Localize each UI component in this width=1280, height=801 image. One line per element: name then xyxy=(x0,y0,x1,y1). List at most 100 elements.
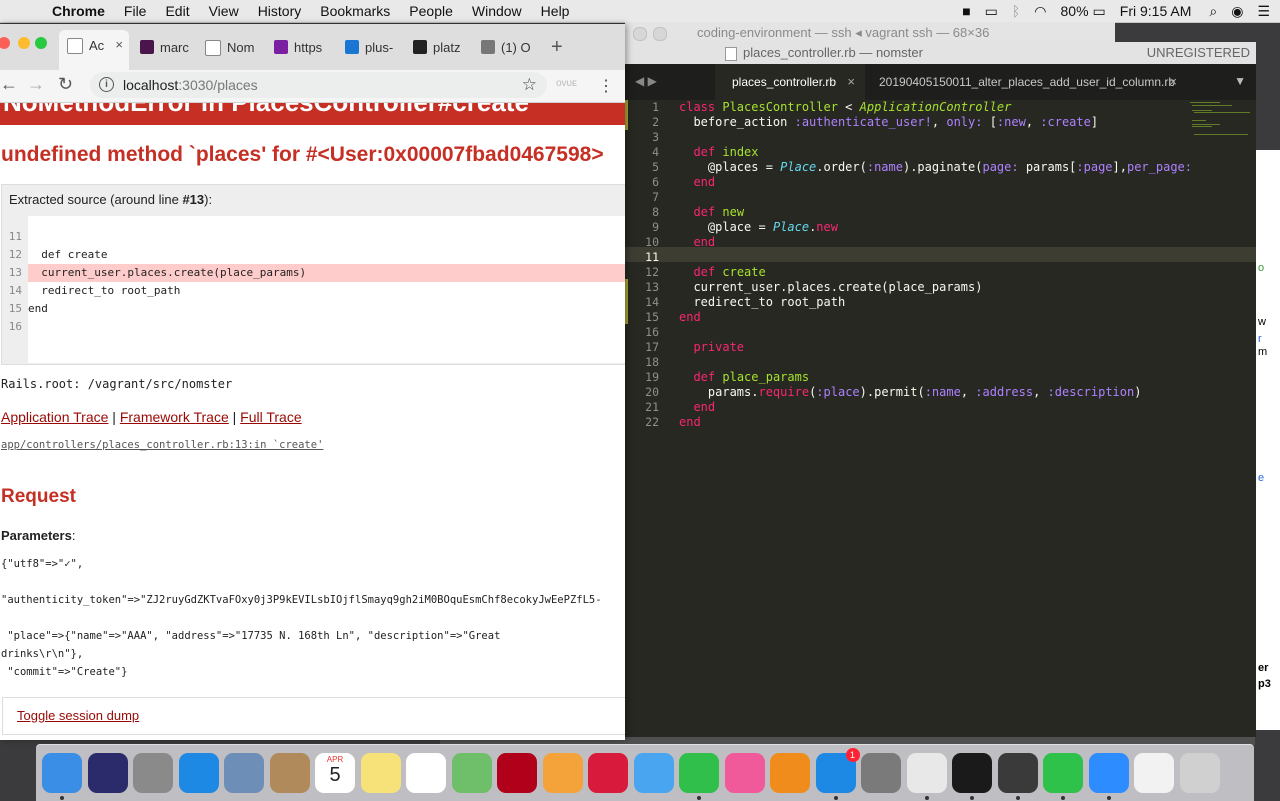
info-icon[interactable]: i xyxy=(99,77,114,92)
full-trace-link[interactable]: Full Trace xyxy=(240,409,301,425)
line-number: 16 xyxy=(645,325,659,339)
terminal-close-button[interactable] xyxy=(633,27,647,41)
contacts-icon[interactable] xyxy=(269,753,310,793)
target-icon[interactable] xyxy=(588,753,628,793)
wifi-icon[interactable]: ◠ xyxy=(1034,3,1046,20)
chrome-tab[interactable]: platz xyxy=(405,32,471,62)
trash-icon[interactable] xyxy=(1179,753,1220,793)
tab-list-dropdown-icon[interactable]: ▼ xyxy=(1234,74,1246,88)
back-icon[interactable]: ← xyxy=(0,74,18,95)
window-zoom-button[interactable] xyxy=(35,37,47,49)
tab-close-icon[interactable]: × xyxy=(115,37,123,52)
tab-close-icon[interactable]: × xyxy=(1169,64,1177,100)
line-number: 22 xyxy=(645,415,659,429)
toggle-session-dump-link[interactable]: Toggle session dump xyxy=(17,708,139,723)
menu-view[interactable]: View xyxy=(209,3,239,19)
application-trace-link[interactable]: Application Trace xyxy=(1,409,108,425)
window-text-fragment: r xyxy=(1258,333,1262,345)
menu-help[interactable]: Help xyxy=(541,3,570,19)
window-minimize-button[interactable] xyxy=(18,37,30,49)
itunes-icon[interactable] xyxy=(724,753,765,793)
chrome-tab[interactable]: Nom xyxy=(197,32,261,62)
url-text[interactable]: localhost:3030/places xyxy=(123,77,258,93)
menu-history[interactable]: History xyxy=(258,3,302,19)
menu-file[interactable]: File xyxy=(124,3,147,19)
forward-icon[interactable]: → xyxy=(27,74,45,95)
window-close-button[interactable] xyxy=(0,37,10,49)
menu-app-chrome[interactable]: Chrome xyxy=(52,3,105,19)
source-line-number: 15 xyxy=(8,302,22,315)
tab-places-controller[interactable]: places_controller.rb × xyxy=(715,64,865,100)
reminders-icon[interactable] xyxy=(406,753,446,793)
calendar-month: APR xyxy=(326,755,344,764)
chrome-icon[interactable] xyxy=(906,753,947,793)
terminal-icon[interactable] xyxy=(952,753,992,793)
safari-icon[interactable] xyxy=(178,753,219,793)
menu-window[interactable]: Window xyxy=(472,3,522,19)
sublime-icon[interactable] xyxy=(997,753,1038,793)
zip-icon[interactable] xyxy=(1043,753,1083,793)
chrome-tab[interactable]: marc xyxy=(132,32,194,62)
terminal-minimize-button[interactable] xyxy=(653,27,667,41)
menu-edit[interactable]: Edit xyxy=(165,3,189,19)
books-icon[interactable] xyxy=(770,753,810,793)
camera-icon[interactable]: ■ xyxy=(962,3,970,19)
zoom-icon[interactable] xyxy=(1088,753,1129,793)
running-indicator xyxy=(697,796,701,800)
chrome-tab[interactable]: https xyxy=(266,32,332,62)
launchpad-icon[interactable] xyxy=(133,753,173,793)
spotlight-icon[interactable]: ⌕ xyxy=(1209,3,1217,20)
messages-icon[interactable] xyxy=(633,753,674,793)
chrome-tab[interactable]: (1) O xyxy=(473,32,539,62)
ruby-icon[interactable] xyxy=(497,753,537,793)
trace-line-link[interactable]: app/controllers/places_controller.rb:13:… xyxy=(1,439,323,451)
reload-icon[interactable]: ↻ xyxy=(58,74,73,95)
tab-nav-arrows-icon[interactable]: ◀ ▶ xyxy=(635,74,657,88)
framework-trace-link[interactable]: Framework Trace xyxy=(120,409,229,425)
bluetooth-icon[interactable]: ᛒ xyxy=(1012,3,1020,19)
chrome-tab-title: plus- xyxy=(365,40,394,55)
running-indicator xyxy=(1106,796,1111,800)
preview-icon[interactable] xyxy=(224,753,264,793)
chrome-menu-icon[interactable]: ⋮ xyxy=(598,76,614,96)
airplay-icon[interactable]: ▭ xyxy=(985,3,998,20)
menu-people[interactable]: People xyxy=(409,3,453,19)
line-number: 3 xyxy=(652,130,659,144)
chrome-tab[interactable]: Ac × xyxy=(59,30,129,70)
parameters-label: Parameters: xyxy=(1,528,76,543)
chrome-tab-title: (1) O xyxy=(501,40,531,55)
window-text-fragment: er xyxy=(1258,662,1269,674)
photos-icon[interactable] xyxy=(542,753,583,793)
menu-bookmarks[interactable]: Bookmarks xyxy=(320,3,390,19)
notification-center-icon[interactable]: ☰ xyxy=(1257,3,1270,20)
document-icon[interactable] xyxy=(1134,753,1174,793)
running-indicator xyxy=(60,796,64,800)
preferences-icon[interactable] xyxy=(861,753,901,793)
chrome-tab[interactable]: plus- xyxy=(337,32,403,62)
siri-icon[interactable] xyxy=(87,753,128,793)
battery-percent[interactable]: 80% xyxy=(1061,3,1089,19)
battery-icon[interactable]: ▭ xyxy=(1093,3,1106,20)
tab-close-icon[interactable]: × xyxy=(847,64,855,100)
finder-icon[interactable] xyxy=(42,753,82,793)
siri-menu-icon[interactable]: ◉ xyxy=(1231,3,1243,20)
notes-icon[interactable] xyxy=(360,753,401,793)
page-icon xyxy=(274,40,288,54)
facetime-icon[interactable] xyxy=(679,753,719,793)
code-editor[interactable]: class PlacesController < ApplicationCont… xyxy=(679,100,1199,737)
minimap[interactable] xyxy=(1188,100,1250,140)
line-number: 6 xyxy=(652,175,659,189)
maps-icon[interactable] xyxy=(451,753,492,793)
running-indicator xyxy=(833,796,838,800)
extension-icon[interactable]: ᴏᴠᴜᴇ xyxy=(556,78,577,89)
appstore-icon[interactable]: 1 xyxy=(815,748,860,793)
clock[interactable]: Fri 9:15 AM xyxy=(1120,3,1192,19)
new-tab-button[interactable]: + xyxy=(551,36,563,59)
tab-migration[interactable]: 20190405150011_alter_places_add_user_id_… xyxy=(867,64,1187,100)
code-line: @places = Place.order(:name).paginate(pa… xyxy=(707,160,1192,174)
document-icon xyxy=(725,47,737,61)
source-line-number: 12 xyxy=(8,248,22,261)
bookmark-star-icon[interactable]: ☆ xyxy=(522,75,537,95)
calendar-icon[interactable]: APR 5 xyxy=(315,753,355,793)
address-bar[interactable]: i localhost:3030/places ☆ xyxy=(90,72,547,98)
